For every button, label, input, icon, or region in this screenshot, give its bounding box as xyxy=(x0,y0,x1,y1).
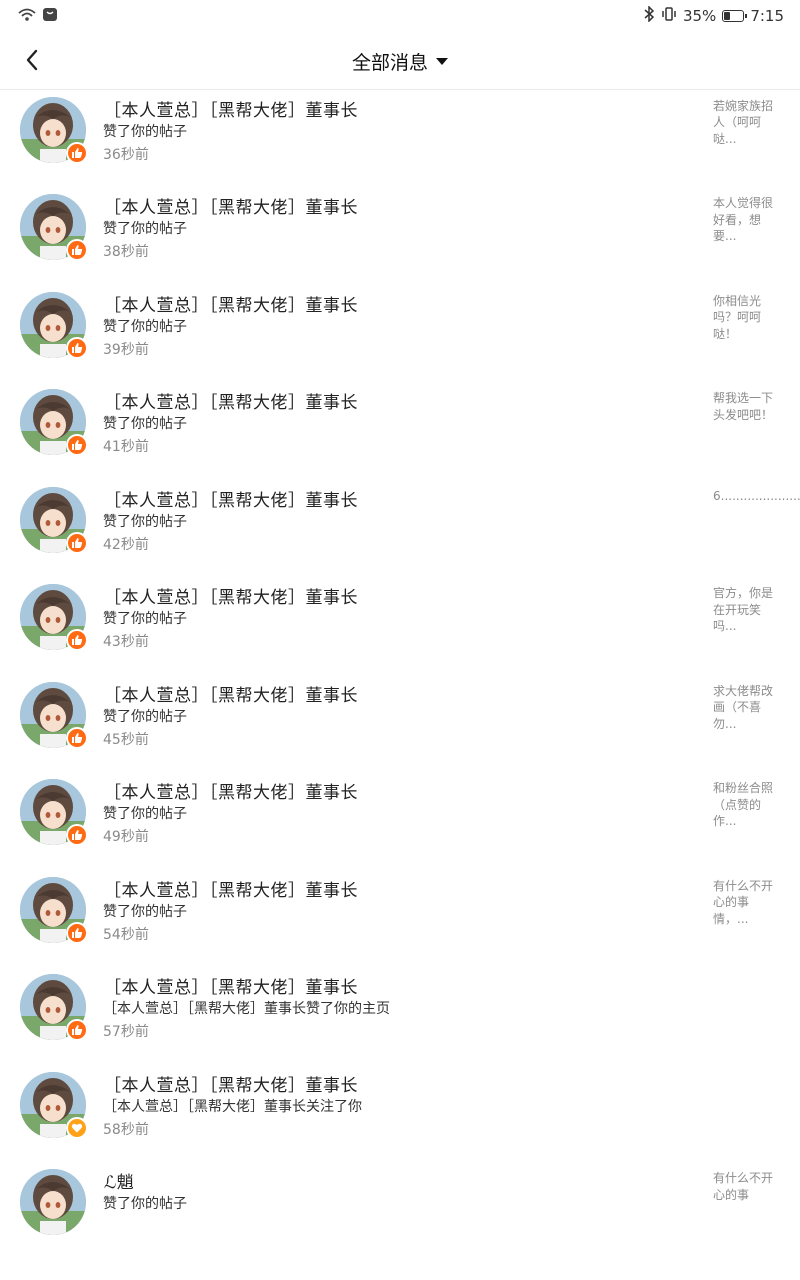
post-preview[interactable]: 求大佬帮改画（不喜勿... xyxy=(713,683,781,733)
wifi-icon xyxy=(18,7,36,26)
notification-action: ［本人萱总］［黑帮大佬］董事长赞了你的主页 xyxy=(103,1001,390,1017)
notification-time: 43秒前 xyxy=(103,634,149,650)
thumbs-up-icon xyxy=(72,830,83,840)
notification-item[interactable]: ℒ魈 赞了你的帖子 有什么不开心的事 xyxy=(0,1149,800,1247)
like-badge xyxy=(66,1019,88,1041)
sender-name[interactable]: ［本人萱总］［黑帮大佬］董事长 xyxy=(104,973,358,998)
sender-name[interactable]: ［本人萱总］［黑帮大佬］董事长 xyxy=(104,193,358,218)
post-preview[interactable]: 有什么不开心的事 xyxy=(713,1170,781,1203)
notification-time: 45秒前 xyxy=(103,731,149,748)
notification-list: ［本人萱总］［黑帮大佬］董事长 赞了你的帖子 35秒前 好看莫大头，想要的...… xyxy=(0,0,800,1247)
notification-time: 49秒前 xyxy=(103,829,149,845)
notification-item[interactable]: ［本人萱总］［黑帮大佬］董事长 赞了你的帖子 38秒前 本人觉得很好看，想要..… xyxy=(0,174,800,272)
notification-item[interactable]: ［本人萱总］［黑帮大佬］董事长 赞了你的帖子 54秒前 有什么不开心的事情，..… xyxy=(0,857,800,955)
sender-name[interactable]: ［本人萱总］［黑帮大佬］董事长 xyxy=(104,96,358,121)
like-badge xyxy=(66,141,88,164)
notification-item[interactable]: ［本人萱总］［黑帮大佬］董事长 ［本人萱总］［黑帮大佬］董事长赞了你的主页 57… xyxy=(0,954,800,1052)
sender-name[interactable]: ［本人萱总］［黑帮大佬］董事长 xyxy=(104,876,358,901)
notification-time: 42秒前 xyxy=(103,536,149,553)
notification-action: 赞了你的帖子 xyxy=(103,318,187,335)
message-filter-dropdown[interactable]: 全部消息 xyxy=(0,48,800,75)
battery-icon xyxy=(722,10,748,22)
post-preview[interactable]: 有什么不开心的事情，... xyxy=(713,878,781,928)
sender-name[interactable]: ［本人萱总］［黑帮大佬］董事长 xyxy=(104,681,358,706)
status-bar: 35% 7:15 xyxy=(0,0,800,32)
notification-action: 赞了你的帖子 xyxy=(103,1196,187,1212)
thumbs-up-icon xyxy=(72,732,83,743)
notification-action: 赞了你的帖子 xyxy=(103,903,187,920)
notification-time: 36秒前 xyxy=(103,146,149,163)
sender-name[interactable]: ℒ魈 xyxy=(104,1168,134,1193)
post-preview[interactable]: 你相信光吗？呵呵哒！ xyxy=(713,293,781,343)
notification-item[interactable]: ［本人萱总］［黑帮大佬］董事长 赞了你的帖子 42秒前 6...........… xyxy=(0,467,800,565)
post-preview[interactable]: 6........................... xyxy=(713,488,800,505)
post-preview[interactable]: 若婉家族招人（呵呵哒... xyxy=(713,98,781,148)
notification-item[interactable]: ［本人萱总］［黑帮大佬］董事长 赞了你的帖子 41秒前 帮我选一下头发吧吧！ xyxy=(0,369,800,467)
like-badge xyxy=(66,531,88,554)
notification-action: 赞了你的帖子 xyxy=(103,708,187,725)
like-badge xyxy=(66,921,88,944)
thumbs-up-icon xyxy=(72,245,83,255)
bluetooth-icon xyxy=(643,5,655,26)
notification-time: 39秒前 xyxy=(103,341,149,358)
thumbs-up-icon xyxy=(72,342,83,353)
sender-name[interactable]: ［本人萱总］［黑帮大佬］董事长 xyxy=(104,291,358,316)
like-badge xyxy=(66,629,88,651)
like-badge xyxy=(66,726,88,749)
avatar[interactable] xyxy=(20,1169,86,1235)
notification-item[interactable]: ［本人萱总］［黑帮大佬］董事长 ［本人萱总］［黑帮大佬］董事长关注了你 58秒前 xyxy=(0,1052,800,1150)
post-preview[interactable]: 官方，你是在开玩笑吗... xyxy=(713,585,781,635)
thumbs-up-icon xyxy=(72,1025,83,1035)
app-notification-icon xyxy=(42,6,58,26)
post-preview[interactable]: 和粉丝合照（点赞的作... xyxy=(713,780,781,830)
notification-time: 41秒前 xyxy=(103,439,149,455)
thumbs-up-icon xyxy=(72,440,83,450)
notification-time: 57秒前 xyxy=(103,1024,149,1040)
notification-item[interactable]: ［本人萱总］［黑帮大佬］董事长 赞了你的帖子 49秒前 和粉丝合照（点赞的作..… xyxy=(0,759,800,857)
page-title: 全部消息 xyxy=(351,52,428,74)
notification-time: 58秒前 xyxy=(103,1121,149,1138)
follow-badge xyxy=(66,1116,88,1139)
notification-item[interactable]: ［本人萱总］［黑帮大佬］董事长 赞了你的帖子 45秒前 求大佬帮改画（不喜勿..… xyxy=(0,662,800,760)
thumbs-up-icon xyxy=(72,537,83,548)
like-badge xyxy=(66,239,88,261)
post-preview[interactable]: 本人觉得很好看，想要... xyxy=(713,195,781,245)
sender-name[interactable]: ［本人萱总］［黑帮大佬］董事长 xyxy=(104,1071,358,1096)
notification-action: 赞了你的帖子 xyxy=(103,806,187,822)
notification-action: 赞了你的帖子 xyxy=(103,611,187,627)
clock: 7:15 xyxy=(750,7,784,25)
notification-time: 54秒前 xyxy=(103,926,149,943)
notification-item[interactable]: ［本人萱总］［黑帮大佬］董事长 赞了你的帖子 39秒前 你相信光吗？呵呵哒！ xyxy=(0,272,800,370)
sender-name[interactable]: ［本人萱总］［黑帮大佬］董事长 xyxy=(104,778,358,803)
heart-icon xyxy=(71,1123,83,1132)
sender-name[interactable]: ［本人萱总］［黑帮大佬］董事长 xyxy=(104,583,358,608)
like-badge xyxy=(66,434,88,456)
battery-percent: 35% xyxy=(682,7,717,25)
like-badge xyxy=(66,336,88,359)
caret-down-icon xyxy=(436,58,448,65)
post-preview[interactable]: 帮我选一下头发吧吧！ xyxy=(713,390,781,423)
notification-item[interactable]: ［本人萱总］［黑帮大佬］董事长 赞了你的帖子 36秒前 若婉家族招人（呵呵哒..… xyxy=(0,77,800,175)
notification-action: 赞了你的帖子 xyxy=(103,221,187,237)
notification-action: 赞了你的帖子 xyxy=(103,416,187,432)
sender-name[interactable]: ［本人萱总］［黑帮大佬］董事长 xyxy=(104,486,358,511)
sender-name[interactable]: ［本人萱总］［黑帮大佬］董事长 xyxy=(104,388,358,413)
vibrate-icon xyxy=(661,6,677,26)
thumbs-up-icon xyxy=(72,927,83,938)
notification-item[interactable]: ［本人萱总］［黑帮大佬］董事长 赞了你的帖子 43秒前 官方，你是在开玩笑吗..… xyxy=(0,564,800,662)
header: 全部消息 xyxy=(0,32,800,90)
thumbs-up-icon xyxy=(72,147,83,158)
like-badge xyxy=(66,824,88,846)
notification-time: 38秒前 xyxy=(103,244,149,260)
thumbs-up-icon xyxy=(72,635,83,645)
notification-action: ［本人萱总］［黑帮大佬］董事长关注了你 xyxy=(103,1098,362,1115)
notification-action: 赞了你的帖子 xyxy=(103,513,187,530)
notification-action: 赞了你的帖子 xyxy=(103,123,187,140)
